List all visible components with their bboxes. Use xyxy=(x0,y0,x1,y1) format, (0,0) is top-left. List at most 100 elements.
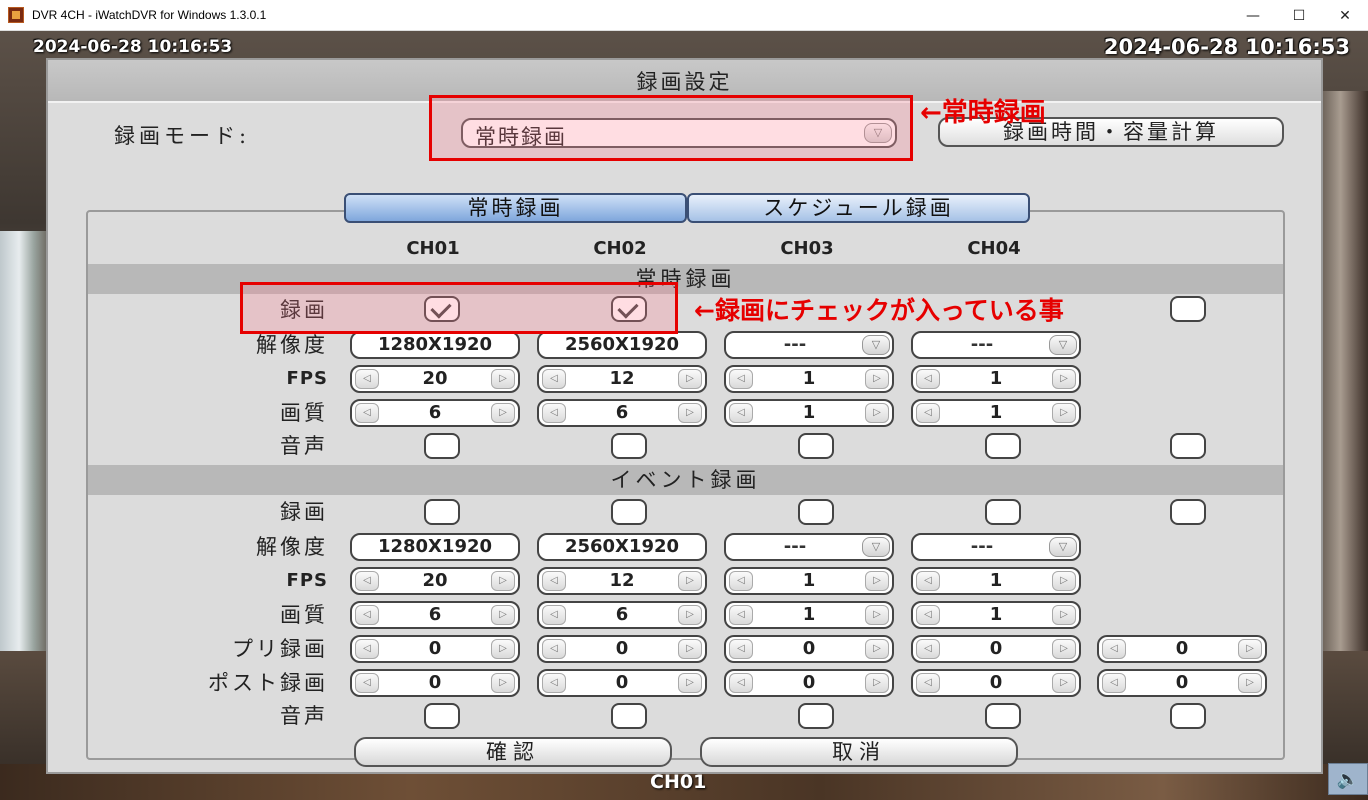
event-quality-stepper-ch02[interactable]: ◁ 6 ▷ xyxy=(537,601,707,629)
pre-record-stepper-ch02[interactable]: ◁ 0 ▷ xyxy=(537,635,707,663)
event-fps-stepper-ch02[interactable]: ◁ 12 ▷ xyxy=(537,567,707,595)
chevron-down-icon[interactable]: ▽ xyxy=(862,335,890,355)
arrow-right-icon[interactable]: ▷ xyxy=(678,673,702,693)
fps-stepper-ch01[interactable]: ◁ 20 ▷ xyxy=(350,365,520,393)
event-resolution-field-ch01[interactable]: 1280X1920 xyxy=(350,533,520,561)
resolution-select-ch03[interactable]: --- ▽ xyxy=(724,331,894,359)
event-audio-checkbox-extra[interactable] xyxy=(1170,703,1206,729)
pre-record-stepper-ch03[interactable]: ◁ 0 ▷ xyxy=(724,635,894,663)
arrow-right-icon[interactable]: ▷ xyxy=(865,403,889,423)
post-record-stepper-ch04[interactable]: ◁ 0 ▷ xyxy=(911,669,1081,697)
post-record-stepper-ch03[interactable]: ◁ 0 ▷ xyxy=(724,669,894,697)
quality-stepper-ch01[interactable]: ◁ 6 ▷ xyxy=(350,399,520,427)
chevron-down-icon[interactable]: ▽ xyxy=(1049,335,1077,355)
post-record-stepper-ch01[interactable]: ◁ 0 ▷ xyxy=(350,669,520,697)
fps-stepper-ch02[interactable]: ◁ 12 ▷ xyxy=(537,365,707,393)
arrow-right-icon[interactable]: ▷ xyxy=(865,369,889,389)
arrow-left-icon[interactable]: ◁ xyxy=(729,369,753,389)
arrow-right-icon[interactable]: ▷ xyxy=(1052,369,1076,389)
post-record-stepper-extra[interactable]: ◁ 0 ▷ xyxy=(1097,669,1267,697)
arrow-left-icon[interactable]: ◁ xyxy=(542,403,566,423)
event-record-checkbox-ch04[interactable] xyxy=(985,499,1021,525)
resolution-field-ch01[interactable]: 1280X1920 xyxy=(350,331,520,359)
arrow-left-icon[interactable]: ◁ xyxy=(916,403,940,423)
event-fps-stepper-ch01[interactable]: ◁ 20 ▷ xyxy=(350,567,520,595)
arrow-left-icon[interactable]: ◁ xyxy=(1102,673,1126,693)
arrow-right-icon[interactable]: ▷ xyxy=(1052,571,1076,591)
event-record-checkbox-ch02[interactable] xyxy=(611,499,647,525)
maximize-button[interactable]: ☐ xyxy=(1276,0,1322,31)
arrow-left-icon[interactable]: ◁ xyxy=(355,639,379,659)
arrow-left-icon[interactable]: ◁ xyxy=(542,369,566,389)
close-button[interactable]: ✕ xyxy=(1322,0,1368,31)
event-fps-stepper-ch04[interactable]: ◁ 1 ▷ xyxy=(911,567,1081,595)
arrow-right-icon[interactable]: ▷ xyxy=(491,639,515,659)
arrow-left-icon[interactable]: ◁ xyxy=(542,673,566,693)
post-record-stepper-ch02[interactable]: ◁ 0 ▷ xyxy=(537,669,707,697)
arrow-right-icon[interactable]: ▷ xyxy=(491,571,515,591)
cancel-button[interactable]: 取消 xyxy=(700,737,1018,767)
event-quality-stepper-ch03[interactable]: ◁ 1 ▷ xyxy=(724,601,894,629)
event-resolution-field-ch02[interactable]: 2560X1920 xyxy=(537,533,707,561)
pre-record-stepper-extra[interactable]: ◁ 0 ▷ xyxy=(1097,635,1267,663)
event-audio-checkbox-ch03[interactable] xyxy=(798,703,834,729)
arrow-left-icon[interactable]: ◁ xyxy=(355,571,379,591)
fps-stepper-ch03[interactable]: ◁ 1 ▷ xyxy=(724,365,894,393)
arrow-right-icon[interactable]: ▷ xyxy=(491,673,515,693)
arrow-left-icon[interactable]: ◁ xyxy=(729,639,753,659)
tab-schedule[interactable]: スケジュール録画 xyxy=(687,193,1030,223)
event-audio-checkbox-ch04[interactable] xyxy=(985,703,1021,729)
event-audio-checkbox-ch02[interactable] xyxy=(611,703,647,729)
arrow-right-icon[interactable]: ▷ xyxy=(865,639,889,659)
pre-record-stepper-ch04[interactable]: ◁ 0 ▷ xyxy=(911,635,1081,663)
arrow-right-icon[interactable]: ▷ xyxy=(1238,673,1262,693)
event-resolution-select-ch04[interactable]: --- ▽ xyxy=(911,533,1081,561)
pre-record-stepper-ch01[interactable]: ◁ 0 ▷ xyxy=(350,635,520,663)
event-audio-checkbox-ch01[interactable] xyxy=(424,703,460,729)
arrow-left-icon[interactable]: ◁ xyxy=(916,639,940,659)
arrow-left-icon[interactable]: ◁ xyxy=(355,605,379,625)
chevron-down-icon[interactable]: ▽ xyxy=(862,537,890,557)
arrow-left-icon[interactable]: ◁ xyxy=(729,673,753,693)
arrow-left-icon[interactable]: ◁ xyxy=(542,571,566,591)
quality-stepper-ch02[interactable]: ◁ 6 ▷ xyxy=(537,399,707,427)
arrow-left-icon[interactable]: ◁ xyxy=(729,403,753,423)
arrow-right-icon[interactable]: ▷ xyxy=(1052,673,1076,693)
record-checkbox-extra[interactable] xyxy=(1170,296,1206,322)
chevron-down-icon[interactable]: ▽ xyxy=(1049,537,1077,557)
arrow-right-icon[interactable]: ▷ xyxy=(491,403,515,423)
arrow-left-icon[interactable]: ◁ xyxy=(355,369,379,389)
fps-stepper-ch04[interactable]: ◁ 1 ▷ xyxy=(911,365,1081,393)
arrow-left-icon[interactable]: ◁ xyxy=(542,605,566,625)
arrow-left-icon[interactable]: ◁ xyxy=(729,605,753,625)
audio-checkbox-ch04[interactable] xyxy=(985,433,1021,459)
arrow-right-icon[interactable]: ▷ xyxy=(678,369,702,389)
resolution-field-ch02[interactable]: 2560X1920 xyxy=(537,331,707,359)
audio-checkbox-ch02[interactable] xyxy=(611,433,647,459)
quality-stepper-ch03[interactable]: ◁ 1 ▷ xyxy=(724,399,894,427)
arrow-right-icon[interactable]: ▷ xyxy=(1052,403,1076,423)
arrow-left-icon[interactable]: ◁ xyxy=(355,673,379,693)
arrow-right-icon[interactable]: ▷ xyxy=(1238,639,1262,659)
audio-checkbox-ch03[interactable] xyxy=(798,433,834,459)
arrow-right-icon[interactable]: ▷ xyxy=(678,605,702,625)
arrow-right-icon[interactable]: ▷ xyxy=(1052,605,1076,625)
arrow-right-icon[interactable]: ▷ xyxy=(491,605,515,625)
event-quality-stepper-ch01[interactable]: ◁ 6 ▷ xyxy=(350,601,520,629)
arrow-left-icon[interactable]: ◁ xyxy=(729,571,753,591)
confirm-button[interactable]: 確認 xyxy=(354,737,672,767)
quality-stepper-ch04[interactable]: ◁ 1 ▷ xyxy=(911,399,1081,427)
resolution-select-ch04[interactable]: --- ▽ xyxy=(911,331,1081,359)
event-resolution-select-ch03[interactable]: --- ▽ xyxy=(724,533,894,561)
arrow-left-icon[interactable]: ◁ xyxy=(916,673,940,693)
event-record-checkbox-extra[interactable] xyxy=(1170,499,1206,525)
arrow-left-icon[interactable]: ◁ xyxy=(1102,639,1126,659)
minimize-button[interactable]: — xyxy=(1230,0,1276,31)
arrow-left-icon[interactable]: ◁ xyxy=(916,571,940,591)
arrow-right-icon[interactable]: ▷ xyxy=(678,639,702,659)
arrow-left-icon[interactable]: ◁ xyxy=(916,369,940,389)
audio-checkbox-extra[interactable] xyxy=(1170,433,1206,459)
arrow-right-icon[interactable]: ▷ xyxy=(865,605,889,625)
event-record-checkbox-ch03[interactable] xyxy=(798,499,834,525)
event-record-checkbox-ch01[interactable] xyxy=(424,499,460,525)
